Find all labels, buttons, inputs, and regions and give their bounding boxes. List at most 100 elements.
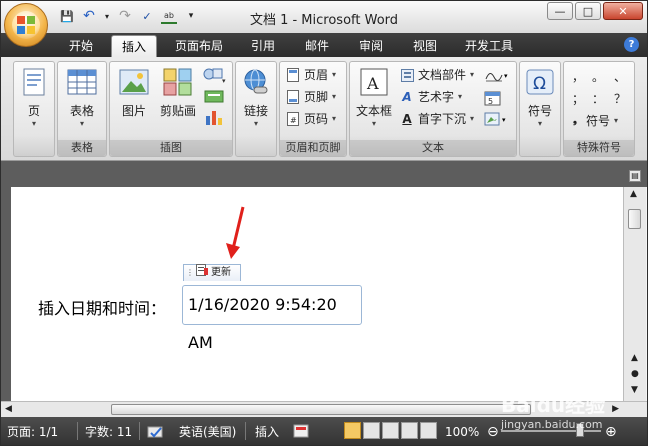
page-number-icon: # (286, 112, 300, 126)
status-separator (245, 422, 246, 440)
quickparts-icon (400, 68, 414, 82)
chevron-down-icon: ▾ (253, 119, 258, 128)
picture-button-label: 图片 (121, 104, 146, 118)
signature-line-icon[interactable]: ▾ (484, 67, 512, 83)
svg-text:▾: ▾ (504, 72, 508, 80)
office-logo-icon (12, 11, 40, 39)
dropcap-button[interactable]: A 首字下沉 ▾ (400, 110, 474, 128)
special-char-comma[interactable]: ， (572, 68, 584, 85)
chevron-down-icon: ▾ (537, 119, 542, 128)
special-char-period[interactable]: 。 (592, 68, 604, 85)
special-symbol-button[interactable]: ❟ 符号 ▾ (568, 112, 618, 130)
symbols-button[interactable]: Ω 符号 ▾ (519, 66, 561, 128)
chart-icon[interactable] (204, 108, 224, 126)
links-button[interactable]: 链接 ▾ (235, 66, 277, 128)
minimize-button[interactable]: — (547, 2, 573, 20)
date-field[interactable]: 1/16/2020 9:54:20 AM (182, 285, 362, 352)
office-button[interactable] (4, 3, 48, 47)
watermark-title: Baidu经验 (501, 393, 606, 417)
drag-handle-icon[interactable]: ⋮ (186, 265, 194, 281)
macro-record-icon[interactable] (293, 424, 309, 440)
baidu-watermark: Baidu经验 jingyan.baidu.com (501, 389, 641, 431)
proofing-icon[interactable] (147, 424, 165, 440)
footer-icon (286, 90, 300, 104)
word-window: 💾 ↶ ▾ ↷ ✓ ab ▾ 文档 1 - Microsoft Word — □… (0, 0, 648, 446)
left-margin-area (1, 187, 11, 401)
chevron-down-icon: ▾ (332, 70, 337, 79)
special-char-question[interactable]: ？ (614, 90, 626, 107)
print-layout-view-button[interactable] (344, 422, 361, 439)
comma-bullet-icon: ❟ (573, 115, 577, 126)
web-layout-view-button[interactable] (382, 422, 399, 439)
table-button[interactable]: 表格 ▾ (60, 66, 104, 128)
clipart-icon (162, 66, 194, 98)
scroll-left-icon[interactable]: ◀ (5, 404, 12, 414)
shapes-icon[interactable]: ▾ (202, 66, 226, 85)
chevron-down-icon: ▾ (614, 116, 619, 125)
tab-developer[interactable]: 开发工具 (457, 35, 521, 57)
table-icon (66, 66, 98, 98)
date-time-icon[interactable]: 5 (484, 90, 504, 106)
zoom-level[interactable]: 100% (445, 424, 479, 440)
view-ruler-button[interactable]: ▤ (629, 170, 641, 182)
table-group: 表格 ▾ 表格 (57, 61, 107, 157)
tab-home[interactable]: 开始 (63, 35, 99, 57)
field-update-button[interactable]: ⋮ 更新 (183, 264, 241, 281)
object-icon[interactable]: ▾ (484, 111, 512, 127)
tab-view[interactable]: 视图 (403, 35, 447, 57)
header-button[interactable]: 页眉 ▾ (286, 66, 336, 84)
page-count[interactable]: 页面: 1/1 (7, 424, 58, 440)
tab-review[interactable]: 审阅 (349, 35, 393, 57)
link-globe-icon (240, 66, 272, 98)
full-screen-reading-view-button[interactable] (363, 422, 380, 439)
textbox-button[interactable]: A 文本框 ▾ (352, 66, 396, 128)
draft-view-button[interactable] (420, 422, 437, 439)
language-indicator[interactable]: 英语(美国) (179, 424, 236, 440)
help-icon[interactable]: ? (624, 37, 639, 52)
picture-button[interactable]: 图片 (112, 66, 156, 119)
text-group: A 文本框 ▾ 文档部件 ▾ A 艺术字 ▾ A 首字下沉 ▾ ▾ 5 ▾ 文本 (349, 61, 517, 157)
svg-text:#: # (290, 116, 297, 125)
tab-insert[interactable]: 插入 (111, 35, 157, 57)
status-separator (139, 422, 140, 440)
pages-button[interactable]: 页 ▾ (13, 66, 55, 128)
tab-mailings[interactable]: 邮件 (295, 35, 339, 57)
maximize-button[interactable]: □ (575, 2, 601, 20)
close-button[interactable]: ✕ (603, 2, 643, 20)
smartart-icon[interactable] (204, 88, 224, 104)
tab-references[interactable]: 引用 (241, 35, 285, 57)
symbols-group: Ω 符号 ▾ (519, 61, 561, 157)
insert-mode[interactable]: 插入 (255, 424, 279, 440)
header-label: 页眉 (304, 68, 329, 82)
svg-text:▾: ▾ (222, 77, 226, 84)
page-number-button[interactable]: # 页码 ▾ (286, 110, 336, 128)
dropcap-icon: A (402, 112, 412, 126)
footer-button[interactable]: 页脚 ▾ (286, 88, 336, 106)
illustrations-group: 图片 剪贴画 ▾ 插图 (109, 61, 233, 157)
special-char-enumcomma[interactable]: 、 (614, 68, 626, 85)
page-number-label: 页码 (304, 112, 329, 126)
tab-page-layout[interactable]: 页面布局 (167, 35, 231, 57)
word-count[interactable]: 字数: 11 (85, 424, 132, 440)
vertical-scrollbar[interactable]: ▲ ▲ ● ▼ (623, 187, 646, 401)
quickparts-button[interactable]: 文档部件 ▾ (400, 66, 474, 84)
clipart-button[interactable]: 剪贴画 (156, 66, 200, 119)
dropcap-label: 首字下沉 (418, 112, 467, 126)
zoom-out-icon[interactable]: ⊖ (487, 424, 499, 440)
outline-view-button[interactable] (401, 422, 418, 439)
special-char-semicolon[interactable]: ； (572, 90, 584, 107)
vertical-scroll-thumb[interactable] (628, 209, 641, 229)
horizontal-scroll-thumb[interactable] (111, 404, 531, 415)
scroll-up-icon[interactable]: ▲ (630, 189, 637, 199)
red-arrow-annotation (226, 206, 245, 259)
textbox-button-label: 文本框 (355, 104, 392, 118)
prev-page-icon[interactable]: ▲ (631, 353, 638, 363)
chevron-down-icon: ▾ (332, 114, 337, 123)
wordart-label: 艺术字 (418, 90, 455, 104)
svg-text:5: 5 (488, 97, 493, 106)
special-char-colon[interactable]: ： (592, 90, 604, 107)
wordart-button[interactable]: A 艺术字 ▾ (400, 88, 462, 106)
status-separator (77, 422, 78, 440)
chevron-down-icon: ▾ (31, 119, 36, 128)
browse-object-icon[interactable]: ● (631, 369, 639, 379)
